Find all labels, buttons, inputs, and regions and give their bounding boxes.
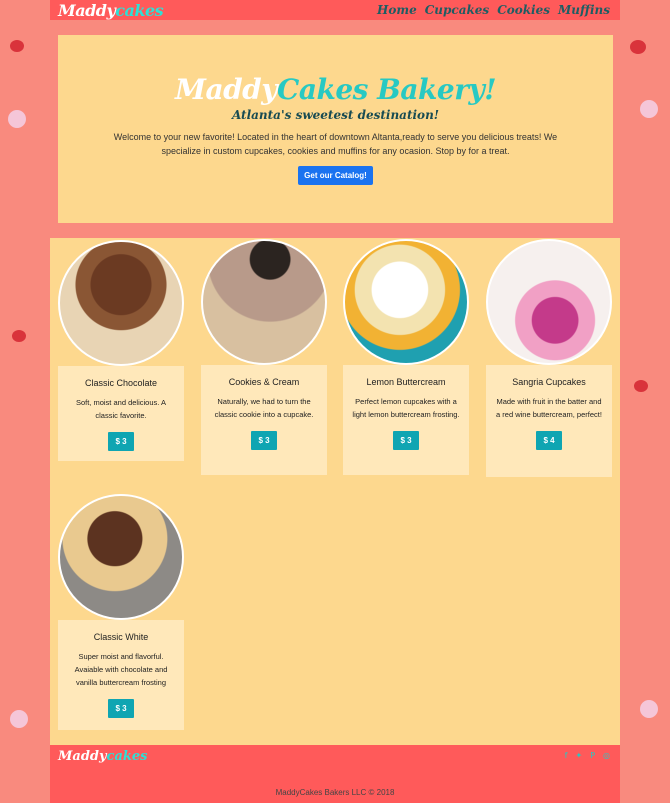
product-info: Classic Chocolate Soft, moist and delici… <box>58 366 184 461</box>
nav-link-muffins[interactable]: Muffins <box>558 3 610 17</box>
hero-section: MaddyCakes Bakery! Atlanta's sweetest de… <box>58 35 613 223</box>
heart-icon <box>634 380 648 392</box>
product-image-lemon-buttercream <box>343 239 469 365</box>
product-image-cookies-cream <box>201 239 327 365</box>
product-info: Classic White Super moist and flavorful.… <box>58 620 184 730</box>
product-desc: Perfect lemon cupcakes with a light lemo… <box>352 397 460 419</box>
social-links: f ✦ P ◎ <box>565 751 610 760</box>
price-button[interactable]: $ 3 <box>393 431 419 450</box>
price-button[interactable]: $ 4 <box>536 431 562 450</box>
nav-link-home[interactable]: Home <box>377 3 417 17</box>
product-card[interactable]: Sangria Cupcakes Made with fruit in the … <box>486 239 612 477</box>
footer-brand-main: Maddy <box>58 749 107 764</box>
footer-brand[interactable]: Maddycakes <box>58 749 147 764</box>
hero-title-accent: Cakes Bakery! <box>277 73 497 106</box>
product-name: Classic White <box>93 632 149 642</box>
product-name: Classic Chocolate <box>84 378 158 388</box>
product-desc: Soft, moist and delicious. A classic fav… <box>75 398 167 420</box>
heart-icon <box>12 330 26 342</box>
product-card[interactable]: Lemon Buttercream Perfect lemon cupcakes… <box>343 239 469 475</box>
heart-icon <box>10 40 24 52</box>
product-desc: Naturally, we had to turn the classic co… <box>214 397 314 419</box>
product-card[interactable]: Classic Chocolate Soft, moist and delici… <box>58 240 184 461</box>
product-image-classic-chocolate <box>58 240 184 366</box>
footer-brand-accent: cakes <box>106 749 148 764</box>
twitter-icon[interactable]: ✦ <box>575 751 582 760</box>
price-button[interactable]: $ 3 <box>108 432 134 451</box>
product-desc: Made with fruit in the batter and a red … <box>496 397 602 419</box>
brand-logo[interactable]: Maddycakes <box>58 0 164 20</box>
hero-title: MaddyCakes Bakery! <box>58 73 613 106</box>
nav-link-cupcakes[interactable]: Cupcakes <box>425 3 489 17</box>
pinterest-icon[interactable]: P <box>590 751 595 760</box>
product-card[interactable]: Cookies & Cream Naturally, we had to tur… <box>201 239 327 475</box>
product-info: Cookies & Cream Naturally, we had to tur… <box>201 365 327 475</box>
product-image-sangria <box>486 239 612 365</box>
product-desc: Super moist and flavorful. Avaiable with… <box>74 652 168 687</box>
product-card[interactable]: Classic White Super moist and flavorful.… <box>58 494 184 730</box>
donut-icon <box>10 710 28 728</box>
price-button[interactable]: $ 3 <box>251 431 277 450</box>
brand-accent: cakes <box>115 0 164 20</box>
footer: Maddycakes f ✦ P ◎ MaddyCakes Bakers LLC… <box>50 745 620 803</box>
product-name: Lemon Buttercream <box>366 377 446 387</box>
product-image-classic-white <box>58 494 184 620</box>
brand-main: Maddy <box>58 0 116 20</box>
donut-icon <box>8 110 26 128</box>
product-info: Lemon Buttercream Perfect lemon cupcakes… <box>343 365 469 475</box>
facebook-icon[interactable]: f <box>565 751 568 760</box>
cupcake-icon <box>640 100 658 118</box>
products-section: Classic Chocolate Soft, moist and delici… <box>50 238 620 745</box>
product-name: Cookies & Cream <box>228 377 300 387</box>
heart-icon <box>630 40 646 54</box>
nav-links: Home Cupcakes Cookies Muffins <box>377 3 610 17</box>
product-info: Sangria Cupcakes Made with fruit in the … <box>486 365 612 477</box>
hero-description: Welcome to your new favorite! Located in… <box>113 132 558 156</box>
hero-subtitle: Atlanta's sweetest destination! <box>231 108 440 122</box>
instagram-icon[interactable]: ◎ <box>603 751 610 760</box>
hero-title-main: Maddy <box>174 73 278 106</box>
catalog-button[interactable]: Get our Catalog! <box>298 166 373 185</box>
price-button[interactable]: $ 3 <box>108 699 134 718</box>
top-navbar: Maddycakes Home Cupcakes Cookies Muffins <box>50 0 620 20</box>
copyright: MaddyCakes Bakers LLC © 2018 <box>275 788 395 797</box>
nav-link-cookies[interactable]: Cookies <box>497 3 550 17</box>
product-name: Sangria Cupcakes <box>512 377 586 387</box>
cupcake-icon <box>640 700 658 718</box>
